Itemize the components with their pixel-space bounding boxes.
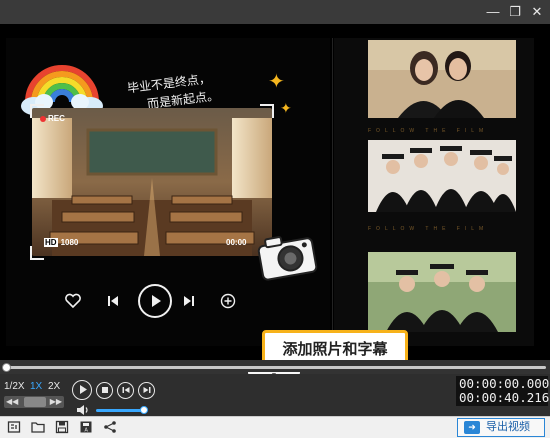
open-folder-icon[interactable] bbox=[30, 420, 46, 436]
play-icon bbox=[79, 385, 87, 394]
graduation-photo-trio bbox=[368, 252, 516, 332]
hd-badge: HD bbox=[44, 238, 58, 247]
template-play-button[interactable] bbox=[138, 284, 172, 318]
video-editor-window: — ❐ ✕ 毕业不是终点， 而是新起点。 ✦ ✦ REC HD 1080 00:… bbox=[0, 0, 550, 438]
play-icon bbox=[152, 295, 161, 307]
restore-icon[interactable]: ❐ bbox=[504, 2, 526, 22]
minimize-icon[interactable]: — bbox=[482, 2, 504, 22]
export-icon: ➜ bbox=[464, 421, 480, 434]
playback-controls: 1/2X 1X 2X ◀◀ ▶▶ 00:00:00.000 00:00:40.2… bbox=[0, 374, 550, 416]
volume-knob[interactable] bbox=[140, 406, 148, 414]
speed-slider-knob[interactable] bbox=[24, 397, 46, 407]
save-as-icon[interactable]: A bbox=[78, 420, 94, 436]
save-icon[interactable] bbox=[54, 420, 70, 436]
step-forward-icon bbox=[143, 387, 150, 393]
camera-sticker bbox=[257, 236, 318, 281]
graduation-photo-group-girls bbox=[368, 140, 516, 212]
step-back-icon bbox=[122, 387, 129, 393]
total-time: 00:00:40.216 bbox=[459, 390, 550, 405]
title-bar: — ❐ ✕ bbox=[0, 0, 550, 24]
volume-slider[interactable] bbox=[96, 406, 148, 414]
share-icon[interactable] bbox=[102, 420, 118, 436]
overlay-timecode: 00:00 bbox=[226, 238, 247, 247]
preview-divider bbox=[332, 38, 333, 346]
bottom-toolbar: A ➜ 导出视频 bbox=[0, 416, 550, 438]
timeline-track[interactable] bbox=[6, 366, 546, 369]
new-project-icon[interactable] bbox=[6, 420, 22, 436]
sparkle-small-icon: ✦ bbox=[280, 100, 292, 116]
export-video-label: 导出视频 bbox=[486, 421, 530, 433]
resolution-badge: HD 1080 bbox=[44, 238, 78, 247]
previous-icon[interactable] bbox=[106, 294, 120, 308]
film-strip: FOLLOW THE FILM FOLLOW THE FILM bbox=[334, 38, 534, 346]
template-scene: 毕业不是终点， 而是新起点。 ✦ ✦ REC HD 1080 00:00 bbox=[6, 38, 330, 346]
fast-forward-icon: ▶▶ bbox=[49, 397, 62, 406]
export-video-button[interactable]: ➜ 导出视频 bbox=[457, 418, 545, 437]
speed-slider[interactable]: ◀◀ ▶▶ bbox=[4, 396, 64, 408]
current-time: 00:00:00.000 bbox=[459, 376, 550, 391]
speed-half-button[interactable]: 1/2X bbox=[4, 380, 25, 394]
close-icon[interactable]: ✕ bbox=[526, 2, 548, 22]
film-caption-2: FOLLOW THE FILM bbox=[368, 226, 489, 232]
film-caption: FOLLOW THE FILM bbox=[368, 128, 489, 134]
stop-button[interactable] bbox=[96, 382, 113, 399]
next-icon[interactable] bbox=[182, 294, 196, 308]
heart-icon[interactable] bbox=[64, 292, 82, 310]
add-circle-icon[interactable] bbox=[220, 293, 236, 309]
video-preview: 毕业不是终点， 而是新起点。 ✦ ✦ REC HD 1080 00:00 FOL… bbox=[0, 24, 550, 360]
resolution-value: 1080 bbox=[60, 238, 79, 247]
rewind-icon: ◀◀ bbox=[6, 397, 19, 406]
rec-indicator: REC bbox=[40, 114, 65, 123]
frame-corner-bottom-left bbox=[30, 246, 44, 260]
volume-icon[interactable] bbox=[76, 404, 90, 416]
sparkle-icon: ✦ bbox=[268, 71, 285, 93]
speed-double-button[interactable]: 2X bbox=[48, 380, 60, 394]
frame-corner-top-right bbox=[260, 104, 274, 118]
stop-icon bbox=[101, 387, 108, 393]
timeline-playhead[interactable] bbox=[2, 363, 11, 372]
speed-normal-button[interactable]: 1X bbox=[30, 380, 42, 394]
play-button[interactable] bbox=[72, 380, 92, 400]
time-display: 00:00:00.000 00:00:40.216 bbox=[456, 376, 550, 406]
previous-frame-button[interactable] bbox=[117, 382, 134, 399]
classroom-photo bbox=[32, 108, 272, 256]
graduation-photo-couple bbox=[368, 40, 516, 118]
next-frame-button[interactable] bbox=[138, 382, 155, 399]
